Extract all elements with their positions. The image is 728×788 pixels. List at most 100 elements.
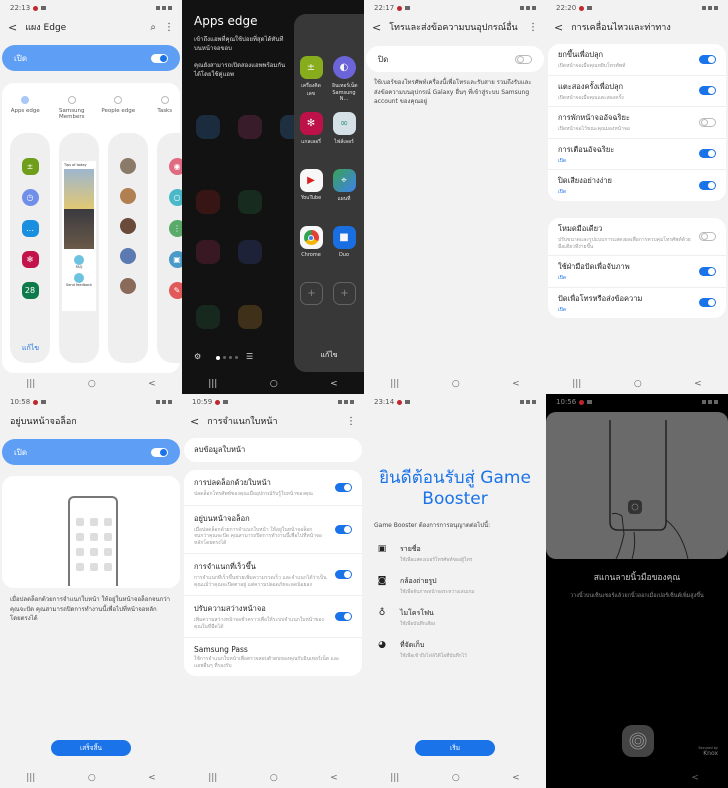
radio-icon[interactable] <box>67 96 76 104</box>
nav-bar: ||| ○ < <box>364 768 546 788</box>
recent-apps-button[interactable]: ||| <box>390 379 399 389</box>
search-icon[interactable]: ⌕ <box>150 22 156 33</box>
toggle-switch[interactable] <box>699 298 716 308</box>
toggle-switch[interactable] <box>699 149 716 159</box>
recent-apps-button[interactable]: ||| <box>26 773 35 783</box>
toggle-switch[interactable] <box>335 524 352 534</box>
setting-brighten-screen[interactable]: ปรับความสว่างหน้าจอ เพิ่มความสว่างหน้าจอช… <box>184 596 362 638</box>
toggle-switch[interactable] <box>699 117 716 127</box>
home-button[interactable]: ○ <box>88 773 96 783</box>
apps-edge-preview[interactable]: ± ◷ … ✻ 28 <box>10 133 50 363</box>
toggle-switch[interactable] <box>699 232 716 241</box>
edge-edit-button[interactable]: แก้ไข <box>294 350 364 361</box>
toggle-switch[interactable] <box>699 54 716 64</box>
gallery-icon: ✻ <box>21 251 39 268</box>
toggle-switch[interactable] <box>699 266 716 276</box>
radio-icon[interactable] <box>160 96 169 104</box>
camera-icon: ◉ <box>168 158 182 175</box>
back-button[interactable]: < <box>554 21 563 34</box>
radio-icon[interactable] <box>114 96 123 104</box>
setting-smart-stay[interactable]: การพักหน้าจออัจฉริยะ เปิดหน้าจอไว้ขณะคุณม… <box>548 107 726 139</box>
master-switch-bar[interactable]: เปิด <box>2 45 180 71</box>
home-button[interactable]: ○ <box>270 379 278 389</box>
master-toggle[interactable] <box>151 447 168 457</box>
more-options-icon[interactable]: ⋮ <box>346 416 356 427</box>
back-nav-button[interactable]: < <box>691 773 699 783</box>
youtube-icon: ▶ <box>299 169 323 192</box>
edge-option-apps[interactable]: Apps edge <box>8 96 43 120</box>
home-button[interactable]: ○ <box>634 379 642 389</box>
master-toggle[interactable] <box>515 54 532 64</box>
setting-face-unlock[interactable]: การปลดล็อกด้วยใบหน้า ปลดล็อกโทรศัพท์ของคุ… <box>184 470 362 506</box>
setting-double-tap-wake[interactable]: แตะสองครั้งเพื่อปลุก เปิดหน้าจอเมื่อคุณแต… <box>548 76 726 107</box>
back-nav-button[interactable]: < <box>330 773 338 783</box>
more-options-icon[interactable]: ⋮ <box>528 22 538 33</box>
setting-stay-on-lock[interactable]: อยู่บนหน้าจอล็อก เมื่อปลดล็อกด้วยการจำแนก… <box>184 506 362 554</box>
radio-checked-icon[interactable] <box>21 96 30 104</box>
master-switch-bar[interactable]: ปิด <box>366 46 544 72</box>
edge-option-tasks[interactable]: Tasks <box>148 96 183 120</box>
master-switch-bar[interactable]: เปิด <box>2 439 180 465</box>
compose-icon: ✎ <box>168 282 182 299</box>
edge-app-youtube[interactable]: ▶ YouTube <box>299 169 323 201</box>
setting-palm-swipe-capture[interactable]: ใช้ฝ่ามือปัดเพื่อจับภาพ เปิด <box>548 256 726 288</box>
toggle-switch[interactable] <box>335 612 352 621</box>
setting-one-handed-mode[interactable]: โหมดมือเดียว ปรับขนาดและรูปแบบการแสดงผลเพ… <box>548 218 726 256</box>
back-nav-button[interactable]: < <box>512 379 520 389</box>
home-button[interactable]: ○ <box>270 773 278 783</box>
edge-app-internet[interactable]: ◐ อินเทอร์เน็ต Samsung N... <box>332 56 358 102</box>
edge-app-calculator[interactable]: ± เครื่องคิดเลข <box>299 56 323 98</box>
setting-samsung-pass[interactable]: Samsung Pass ใช้การจำแนกใบหน้าเพื่อตรวจสอ… <box>184 638 362 676</box>
master-toggle[interactable] <box>151 53 168 63</box>
back-nav-button[interactable]: < <box>512 773 520 783</box>
toggle-switch[interactable] <box>335 570 352 579</box>
back-nav-button[interactable]: < <box>330 379 338 389</box>
recent-apps-button[interactable]: ||| <box>208 773 217 783</box>
back-button[interactable]: < <box>372 21 381 34</box>
start-button[interactable]: เริ่ม <box>415 740 495 756</box>
page-title: การเคลื่อนไหวและท่าทาง <box>571 23 671 33</box>
back-nav-button[interactable]: < <box>694 379 702 389</box>
edit-link[interactable]: แก้ไข <box>22 343 39 354</box>
recent-apps-button[interactable]: ||| <box>208 379 217 389</box>
members-edge-preview[interactable]: Tips of today FAQ Send feedback <box>59 133 99 363</box>
status-time: 23:14 <box>374 398 395 406</box>
setting-lift-to-wake[interactable]: ยกขึ้นเพื่อปลุก เปิดหน้าจอเมื่อคุณหยิบโทร… <box>548 44 726 76</box>
back-nav-button[interactable]: < <box>148 773 156 783</box>
home-button[interactable]: ○ <box>452 379 460 389</box>
tasks-edge-preview[interactable]: ◉ ○ ⋮ ▣ ✎ <box>157 133 182 363</box>
master-switch-label: เปิด <box>14 447 28 457</box>
toggle-switch[interactable] <box>699 86 716 96</box>
setting-smart-alert[interactable]: การเตือนอัจฉริยะ เปิด <box>548 139 726 170</box>
toggle-switch[interactable] <box>699 180 716 190</box>
toggle-switch[interactable] <box>335 482 352 492</box>
back-nav-button[interactable]: < <box>148 379 156 389</box>
back-button[interactable]: < <box>190 415 199 428</box>
setting-swipe-call-message[interactable]: ปัดเพื่อโทรหรือส่งข้อความ เปิด <box>548 288 726 319</box>
edge-app-maps[interactable]: ⌖ แผนที่ <box>332 169 356 203</box>
face-recognition-screen: 10:59 < การจำแนกใบหน้า ⋮ ลบข้อมูลใบหน้า … <box>182 394 364 788</box>
setting-faster-recognition[interactable]: การจำแนกที่เร็วขึ้น การจำแนกที่เร็วขึ้นช่… <box>184 554 362 596</box>
edge-app-chrome[interactable]: Chrome <box>299 226 323 258</box>
done-button[interactable]: เสร็จสิ้น <box>51 740 131 756</box>
edge-app-duo[interactable]: ■ Duo <box>332 226 356 258</box>
recent-apps-button[interactable]: ||| <box>390 773 399 783</box>
add-app-button[interactable]: + <box>300 282 323 305</box>
recent-apps-button[interactable]: ||| <box>26 379 35 389</box>
back-button[interactable]: < <box>8 21 17 34</box>
remove-face-data-button[interactable]: ลบข้อมูลใบหน้า <box>184 438 362 462</box>
settings-icon[interactable]: ⚙ <box>194 352 201 361</box>
edge-app-gallery[interactable]: ✻ แกลเลอรี่ <box>299 112 323 146</box>
edge-option-people[interactable]: People edge <box>101 96 136 120</box>
setting-easy-mute[interactable]: ปิดเสียงอย่างง่าย เปิด <box>548 170 726 201</box>
home-button[interactable]: ○ <box>452 773 460 783</box>
recent-apps-button[interactable]: ||| <box>572 379 581 389</box>
people-edge-preview[interactable] <box>108 133 148 363</box>
more-options-icon[interactable]: ⋮ <box>164 22 174 33</box>
edge-option-members[interactable]: Samsung Members <box>55 96 90 120</box>
edge-app-files[interactable]: ∞ ไฟล์เลอร์ <box>332 112 356 146</box>
home-button[interactable]: ○ <box>88 379 96 389</box>
add-app-button[interactable]: + <box>333 282 356 305</box>
fingerprint-sensor-icon[interactable] <box>622 725 654 757</box>
list-view-icon[interactable]: ☰ <box>246 352 253 361</box>
